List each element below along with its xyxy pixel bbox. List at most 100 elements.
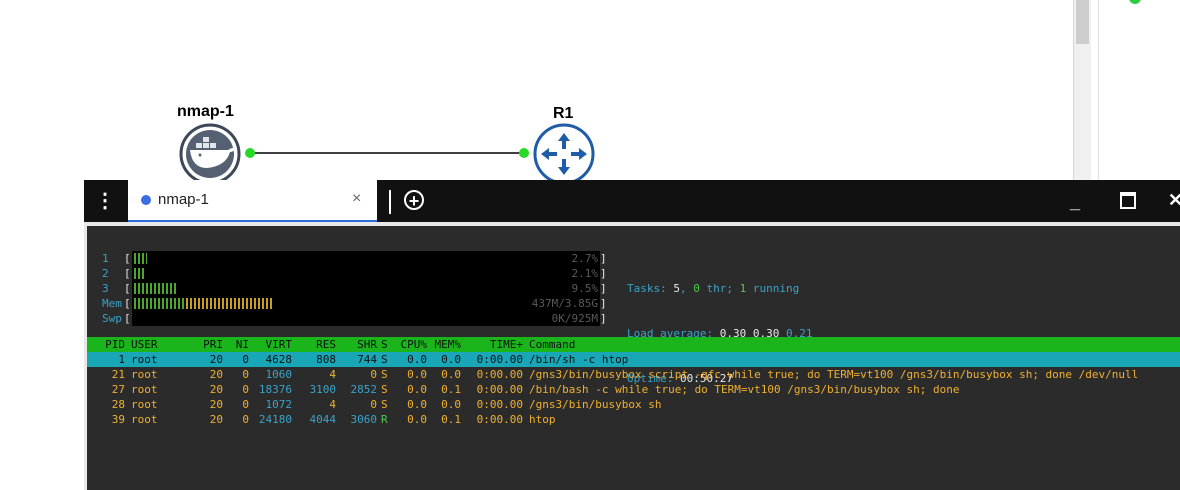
- column-header[interactable]: PRI: [203, 337, 223, 352]
- menu-icon[interactable]: ⋮: [84, 180, 126, 222]
- meter-label: Mem: [102, 297, 122, 310]
- cell-pri: 20: [209, 398, 223, 411]
- cell-pid: 21: [111, 368, 125, 381]
- cell-mem: 0.0: [441, 368, 461, 381]
- canvas-scrollbar[interactable]: [1073, 0, 1091, 182]
- column-header[interactable]: TIME+: [490, 337, 523, 352]
- cell-user: root: [131, 368, 158, 381]
- cell-ni: 0: [242, 368, 249, 381]
- cell-cmd: /bin/sh -c htop: [529, 353, 629, 366]
- column-header[interactable]: Command: [529, 337, 575, 352]
- column-header[interactable]: PID: [105, 337, 125, 352]
- cell-user: root: [131, 353, 158, 366]
- cell-mem: 0.0: [441, 353, 461, 366]
- table-row[interactable]: 28 root 20 0 1072 4 0 S 0.0 0.0 0:00.00/gns3/bin/b…: [87, 397, 1180, 412]
- cell-time: 0:00.00: [476, 368, 523, 381]
- cell-time: 0:00.00: [476, 398, 523, 411]
- meter-bracket: [: [124, 267, 131, 280]
- cell-shr: 3060: [350, 413, 378, 426]
- cell-cpu: 0.0: [407, 353, 427, 366]
- link-status-dot: [245, 148, 255, 158]
- table-row[interactable]: 1 root 20 0 4628 808 744 S 0.0 0.0 0:00.00/bin/sh …: [87, 352, 1180, 367]
- meter-box: 437M/3.85G: [132, 296, 600, 311]
- cell-shr: 2852: [350, 383, 378, 396]
- column-header[interactable]: MEM%: [435, 337, 462, 352]
- meter-value: 2.7%: [571, 252, 599, 265]
- add-tab-icon[interactable]: +: [404, 190, 424, 211]
- cell-res: 4: [329, 368, 336, 381]
- cell-pid: 27: [111, 383, 125, 396]
- cell-s: S: [381, 398, 388, 411]
- column-header[interactable]: VIRT: [266, 337, 293, 352]
- meter-bracket: [: [124, 282, 131, 295]
- meter-bracket: [: [124, 312, 131, 325]
- cell-shr: 0: [370, 368, 377, 381]
- table-row[interactable]: 21 root 20 0 1060 4 0 S 0.0 0.0 0:00.00/gns3/bin/b…: [87, 367, 1180, 382]
- column-header[interactable]: CPU%: [401, 337, 428, 352]
- cell-user: root: [131, 413, 158, 426]
- cell-shr: 0: [370, 398, 377, 411]
- cell-virt: 1072: [265, 398, 293, 411]
- status-indicator: [1129, 0, 1141, 4]
- meter-box: 0K/925M: [132, 311, 600, 326]
- terminal[interactable]: 1[2.7%] 2[2.1%] 3[9.5%] Mem[437M/3.85G] Swp[…: [84, 222, 1180, 490]
- table-row[interactable]: 27 root 20 0 18376 3100 2852 S 0.0 0.1 0:00.00/bin…: [87, 382, 1180, 397]
- cell-time: 0:00.00: [476, 353, 523, 366]
- meter-label: 2: [102, 267, 109, 280]
- tab-nmap-1[interactable]: nmap-1 ×: [128, 180, 377, 222]
- cell-time: 0:00.00: [476, 413, 523, 426]
- meter-label: 3: [102, 282, 109, 295]
- cell-ni: 0: [242, 383, 249, 396]
- meter-bracket: ]: [600, 297, 607, 310]
- tab-label: nmap-1: [158, 191, 209, 208]
- cell-mem: 0.1: [441, 383, 461, 396]
- column-header[interactable]: RES: [316, 337, 336, 352]
- docker-whale-icon[interactable]: [179, 123, 241, 185]
- meter-bar: [134, 268, 144, 279]
- cell-s: S: [381, 368, 388, 381]
- tab-separator: [389, 190, 391, 214]
- cell-pri: 20: [209, 368, 223, 381]
- meter-bar: [134, 253, 147, 264]
- process-table-header[interactable]: PID USER PRI NI VIRT RES SHR S CPU% MEM% TIME+ Comm…: [87, 337, 1180, 352]
- router-icon[interactable]: [533, 123, 595, 185]
- meter-bracket: ]: [600, 312, 607, 325]
- node-label-router: R1: [553, 105, 574, 122]
- meter-bar: [134, 298, 273, 309]
- cell-time: 0:00.00: [476, 383, 523, 396]
- right-panel: [1098, 0, 1180, 182]
- cell-mem: 0.1: [441, 413, 461, 426]
- cell-res: 808: [316, 353, 336, 366]
- cell-cmd: /bin/bash -c while true; do TERM=vt100 /…: [529, 383, 960, 396]
- cell-mem: 0.0: [441, 398, 461, 411]
- cell-cpu: 0.0: [407, 398, 427, 411]
- maximize-icon[interactable]: [1120, 192, 1136, 209]
- column-header[interactable]: S: [381, 337, 388, 352]
- cell-pid: 28: [111, 398, 125, 411]
- tab-close-icon[interactable]: ×: [352, 190, 361, 208]
- cell-cmd: /gns3/bin/busybox script -qfc while true…: [529, 368, 1139, 381]
- column-header[interactable]: SHR: [357, 337, 377, 352]
- column-header[interactable]: USER: [131, 337, 158, 352]
- cell-pid: 1: [118, 353, 125, 366]
- cell-pri: 20: [209, 383, 223, 396]
- cell-virt: 24180: [258, 413, 292, 426]
- meter-bar: [134, 283, 178, 294]
- cell-virt: 18376: [258, 383, 292, 396]
- cell-cmd: htop: [529, 413, 556, 426]
- cell-s: S: [381, 353, 388, 366]
- cell-user: root: [131, 398, 158, 411]
- scrollbar-thumb[interactable]: [1076, 0, 1089, 44]
- cell-cpu: 0.0: [407, 413, 427, 426]
- table-row[interactable]: 39 root 20 0 24180 4044 3060 R 0.0 0.1 0:00.00 htop: [87, 412, 1180, 427]
- meter-box: 9.5%: [132, 281, 600, 296]
- minimize-icon[interactable]: _: [1070, 192, 1080, 213]
- cell-pri: 20: [209, 413, 223, 426]
- tasks-line: Tasks: 5, 0 thr; 1 running: [627, 282, 800, 295]
- cell-res: 4044: [309, 413, 337, 426]
- column-header[interactable]: NI: [236, 337, 249, 352]
- cell-ni: 0: [242, 413, 249, 426]
- close-icon[interactable]: ✕: [1168, 190, 1180, 211]
- cell-virt: 4628: [265, 353, 293, 366]
- cell-res: 4: [329, 398, 336, 411]
